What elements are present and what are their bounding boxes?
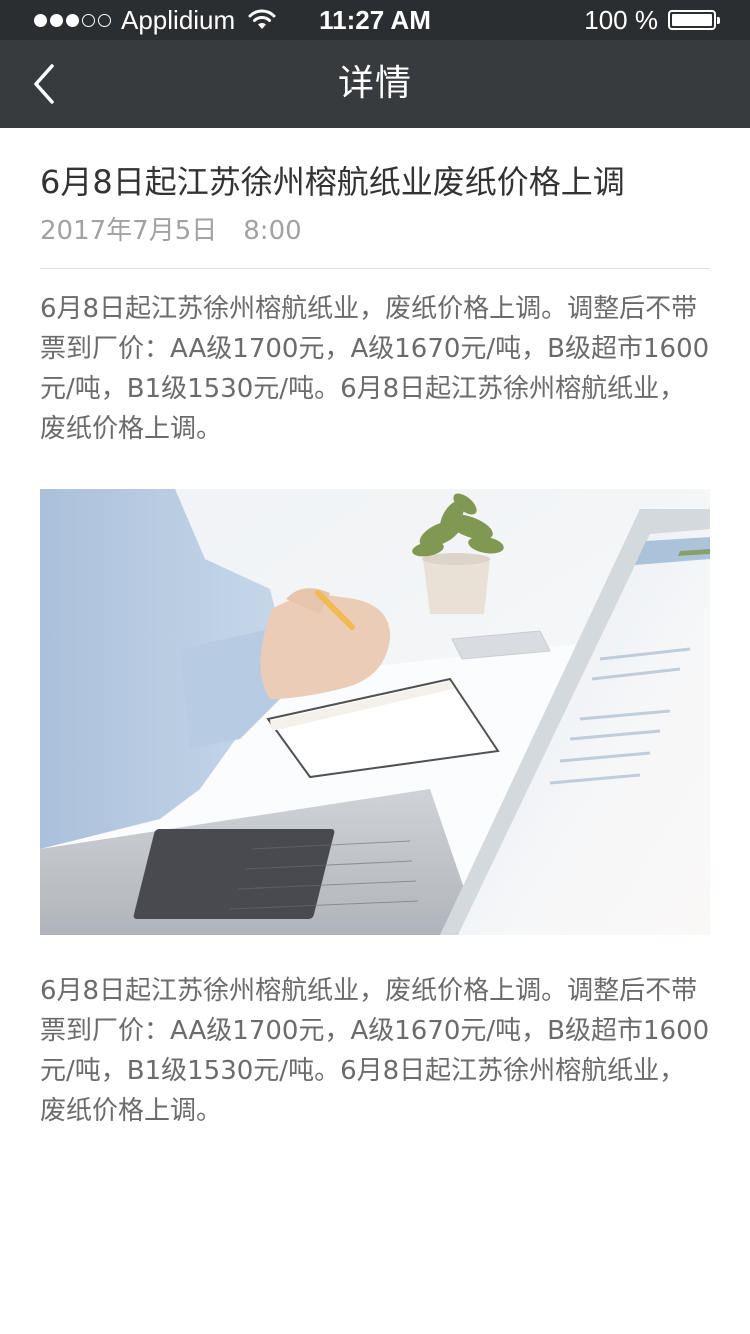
divider [40, 268, 710, 269]
article-content: 6月8日起江苏徐州榕航纸业废纸价格上调 2017年7月5日 8:00 6月8日起江… [40, 128, 710, 1131]
article-date: 2017年7月5日 [40, 216, 218, 246]
article-title: 6月8日起江苏徐州榕航纸业废纸价格上调 [40, 163, 625, 201]
article-paragraph: 6月8日起江苏徐州榕航纸业，废纸价格上调。调整后不带票到厂价：AA级1700元，… [40, 976, 710, 1126]
battery-tip [717, 17, 720, 24]
status-bar: Applidium 11:27 AM 100 % [0, 0, 750, 40]
article-time: 8:00 [243, 216, 302, 246]
navigation-bar: 详情 [0, 40, 750, 128]
battery-icon [668, 10, 720, 30]
battery-percentage: 100 % [584, 4, 658, 35]
article-meta: 2017年7月5日 8:00 [40, 214, 710, 248]
battery-fill [672, 14, 712, 26]
desk-laptop-photo [40, 489, 710, 935]
status-right: 100 % [584, 4, 720, 35]
article-image [40, 489, 710, 935]
page-title: 详情 [337, 63, 412, 104]
article-paragraph: 6月8日起江苏徐州榕航纸业，废纸价格上调。调整后不带票到厂价：AA级1700元，… [40, 294, 710, 444]
